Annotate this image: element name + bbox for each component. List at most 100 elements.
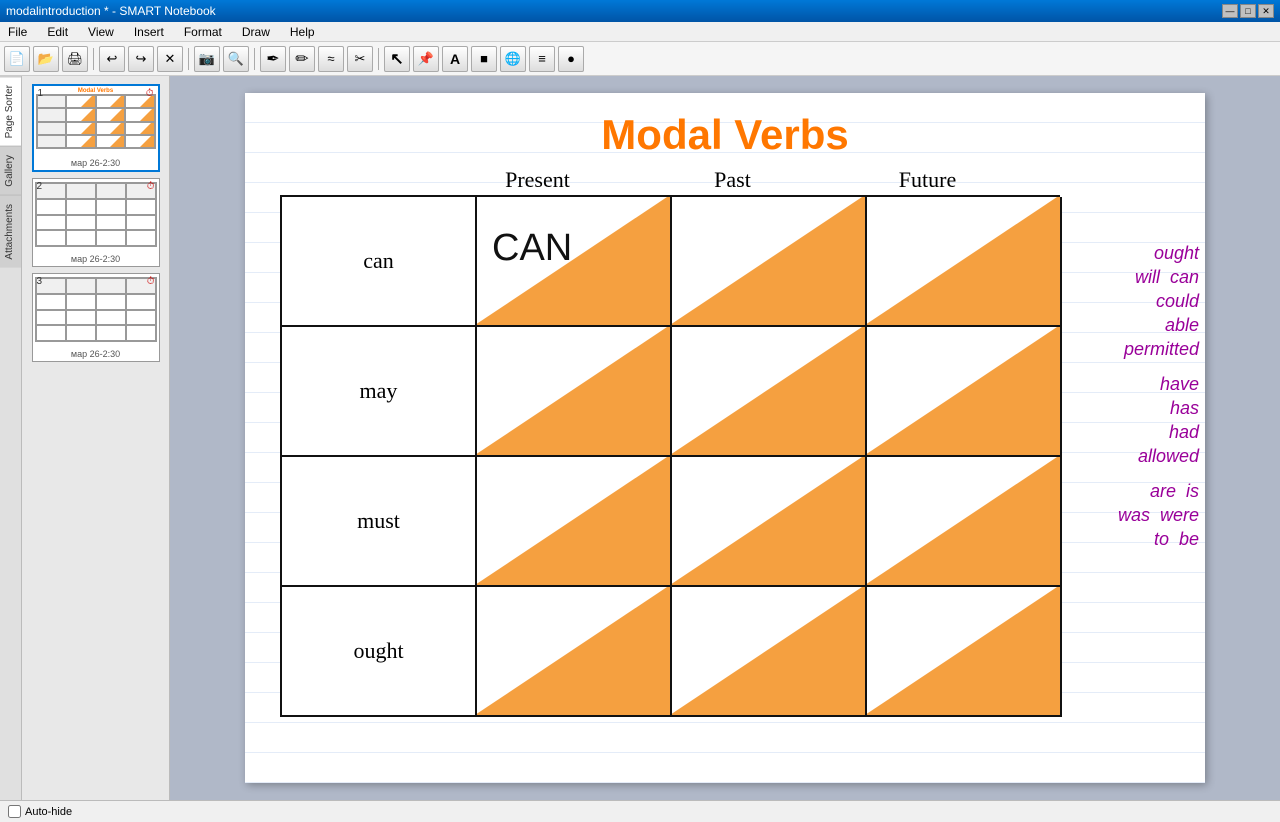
cell-must-present[interactable] bbox=[477, 457, 672, 587]
select-button[interactable]: ↖ bbox=[384, 46, 410, 72]
right-word-was-were: waswere bbox=[1090, 505, 1199, 526]
page-thumb-1[interactable]: Modal Verbs bbox=[32, 84, 160, 172]
right-word-had: had bbox=[1090, 422, 1199, 443]
content-area: Modal Verbs Present Past Future can CAN bbox=[170, 76, 1280, 800]
triangle-may-present bbox=[477, 327, 670, 455]
redo-button[interactable]: ↪ bbox=[128, 46, 154, 72]
cell-can-past[interactable] bbox=[672, 197, 867, 327]
fill-button[interactable]: ■ bbox=[471, 46, 497, 72]
cell-must-future[interactable] bbox=[867, 457, 1062, 587]
page-2-label: мар 26-2:30 bbox=[33, 252, 159, 266]
row-label-must: must bbox=[282, 457, 477, 587]
cell-may-future[interactable] bbox=[867, 327, 1062, 457]
triangle-can-future bbox=[867, 197, 1060, 325]
text-button[interactable]: A bbox=[442, 46, 468, 72]
window-title: modalintroduction * - SMART Notebook bbox=[6, 4, 216, 18]
scissors-button[interactable]: ✂ bbox=[347, 46, 373, 72]
cell-can-future[interactable] bbox=[867, 197, 1062, 327]
new-button[interactable]: 📄 bbox=[4, 46, 30, 72]
modal-grid: can CAN may bbox=[280, 195, 1060, 717]
cell-may-present[interactable] bbox=[477, 327, 672, 457]
menu-bar: File Edit View Insert Format Draw Help bbox=[0, 22, 1280, 42]
page-thumb-2[interactable]: 2 ⏱ мар 26-2:30 bbox=[32, 178, 160, 267]
toolbar-sep-2 bbox=[188, 48, 189, 70]
page-3-label: мар 26-2:30 bbox=[33, 347, 159, 361]
toolbar-sep-1 bbox=[93, 48, 94, 70]
triangle-must-future bbox=[867, 457, 1060, 585]
page-1-number: 1 bbox=[38, 88, 44, 99]
menu-help[interactable]: Help bbox=[286, 25, 319, 39]
menu-draw[interactable]: Draw bbox=[238, 25, 274, 39]
title-bar: modalintroduction * - SMART Notebook — □… bbox=[0, 0, 1280, 22]
col-header-past: Past bbox=[635, 167, 830, 193]
row-label-can: can bbox=[282, 197, 477, 327]
right-word-allowed: allowed bbox=[1090, 446, 1199, 467]
window-controls: — □ ✕ bbox=[1222, 4, 1274, 18]
cell-can-present[interactable]: CAN bbox=[477, 197, 672, 327]
triangle-can-past bbox=[672, 197, 865, 325]
page-3-number: 3 bbox=[37, 276, 43, 287]
row-label-ought: ought bbox=[282, 587, 477, 717]
menu-insert[interactable]: Insert bbox=[130, 25, 168, 39]
right-word-permitted: permitted bbox=[1090, 339, 1199, 360]
menu-file[interactable]: File bbox=[4, 25, 31, 39]
page-panel: Modal Verbs bbox=[22, 76, 170, 800]
main-layout: Page Sorter Gallery Attachments Modal Ve… bbox=[0, 76, 1280, 800]
page-3-icon: ⏱ bbox=[147, 276, 155, 287]
minimize-button[interactable]: — bbox=[1222, 4, 1238, 18]
right-word-able: able bbox=[1090, 315, 1199, 336]
maximize-button[interactable]: □ bbox=[1240, 4, 1256, 18]
row-label-may: may bbox=[282, 327, 477, 457]
left-tabs: Page Sorter Gallery Attachments bbox=[0, 76, 22, 800]
zoom-button[interactable]: 🔍 bbox=[223, 46, 249, 72]
toolbar: 📄 📂 🖨 ↩ ↪ ✕ 📷 🔍 ✒ ✏ ≈ ✂ ↖ 📌 A ■ 🌐 ≡ ● bbox=[0, 42, 1280, 76]
cell-may-past[interactable] bbox=[672, 327, 867, 457]
table-button[interactable]: ≡ bbox=[529, 46, 555, 72]
pen-button[interactable]: ✒ bbox=[260, 46, 286, 72]
print-button[interactable]: 🖨 bbox=[62, 46, 88, 72]
triangle-must-past bbox=[672, 457, 865, 585]
page-thumb-3[interactable]: 3 ⏱ мар 26-2:30 bbox=[32, 273, 160, 362]
right-word-will-can: willcan bbox=[1090, 267, 1199, 288]
page-title: Modal Verbs bbox=[245, 93, 1205, 159]
undo-button[interactable]: ↩ bbox=[99, 46, 125, 72]
menu-format[interactable]: Format bbox=[180, 25, 226, 39]
right-word-has: has bbox=[1090, 398, 1199, 419]
triangle-may-future bbox=[867, 327, 1060, 455]
col-headers: Present Past Future bbox=[245, 167, 1205, 193]
delete-button[interactable]: ✕ bbox=[157, 46, 183, 72]
shapes-button[interactable]: 📌 bbox=[413, 46, 439, 72]
right-word-could: could bbox=[1090, 291, 1199, 312]
autohide-checkbox[interactable]: Auto-hide bbox=[8, 805, 72, 818]
cell-ought-past[interactable] bbox=[672, 587, 867, 717]
right-word-ought: ought bbox=[1090, 243, 1199, 264]
open-button[interactable]: 📂 bbox=[33, 46, 59, 72]
cell-must-past[interactable] bbox=[672, 457, 867, 587]
page-sorter-tab[interactable]: Page Sorter bbox=[0, 76, 21, 146]
close-button[interactable]: ✕ bbox=[1258, 4, 1274, 18]
autohide-check[interactable] bbox=[8, 805, 21, 818]
cell-ought-future[interactable] bbox=[867, 587, 1062, 717]
cell-ought-present[interactable] bbox=[477, 587, 672, 717]
screenshot-button[interactable]: 📷 bbox=[194, 46, 220, 72]
eraser-button[interactable]: ≈ bbox=[318, 46, 344, 72]
web-button[interactable]: 🌐 bbox=[500, 46, 526, 72]
triangle-may-past bbox=[672, 327, 865, 455]
col-header-future: Future bbox=[830, 167, 1025, 193]
attachments-tab[interactable]: Attachments bbox=[0, 195, 21, 268]
toolbar-sep-3 bbox=[254, 48, 255, 70]
menu-edit[interactable]: Edit bbox=[43, 25, 72, 39]
status-bar: Auto-hide bbox=[0, 800, 1280, 822]
gallery-tab[interactable]: Gallery bbox=[0, 146, 21, 195]
right-word-to-be: tobe bbox=[1090, 529, 1199, 550]
triangle-ought-future bbox=[867, 587, 1060, 715]
col-header-present: Present bbox=[440, 167, 635, 193]
right-word-have: have bbox=[1090, 374, 1199, 395]
handwritten-can: CAN bbox=[492, 227, 572, 270]
page-2-number: 2 bbox=[37, 181, 43, 192]
autohide-label: Auto-hide bbox=[25, 806, 72, 818]
circle-button[interactable]: ● bbox=[558, 46, 584, 72]
menu-view[interactable]: View bbox=[84, 25, 118, 39]
triangle-ought-present bbox=[477, 587, 670, 715]
pencil-button[interactable]: ✏ bbox=[289, 46, 315, 72]
